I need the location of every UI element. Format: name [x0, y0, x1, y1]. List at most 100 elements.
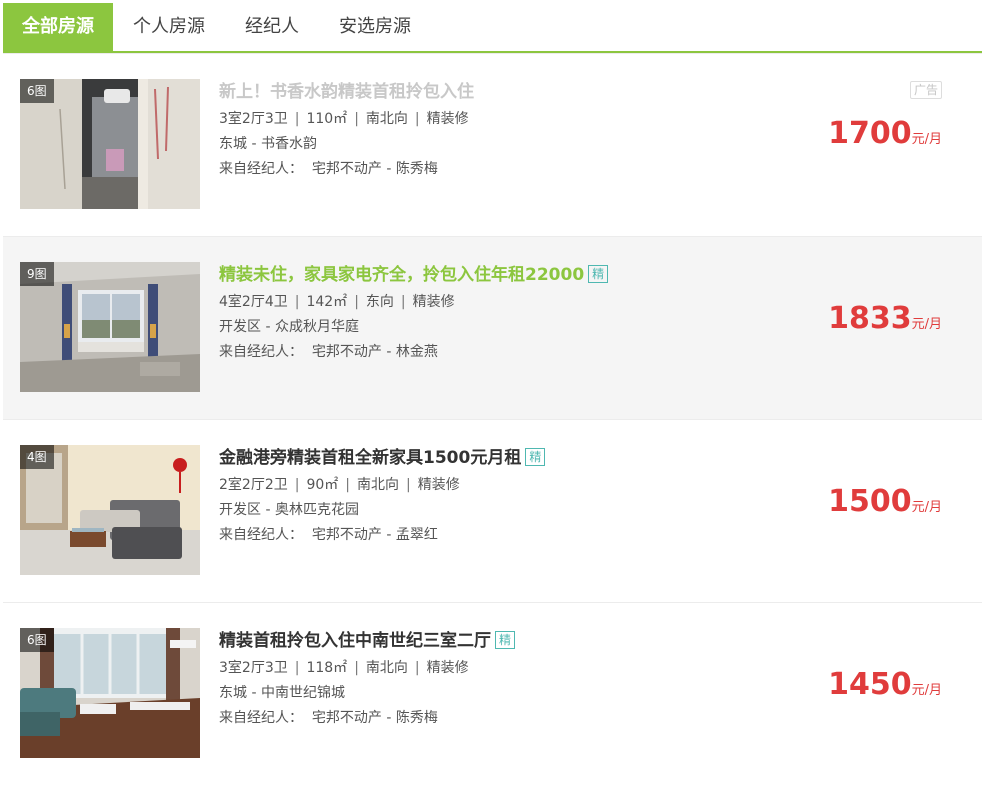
listing-photo[interactable]: 6图 [20, 628, 200, 758]
listing-photo[interactable]: 9图 [20, 262, 200, 392]
source-label: 来自经纪人： [219, 344, 303, 360]
quality-tag: 精 [525, 448, 546, 466]
agency-link[interactable]: 宅邦不动产 [312, 161, 382, 177]
district-link[interactable]: 开发区 [219, 502, 261, 518]
listing-source: 来自经纪人： 宅邦不动产 - 孟翠红 [219, 527, 438, 543]
separator: | [414, 111, 420, 127]
listing-item: 6图 新上！书香水韵精装首租拎包入住 3室2厅3卫 | 110㎡ | 南北向 | 精装修 东… [3, 53, 982, 236]
price-unit: 元/月 [911, 317, 942, 332]
listing-location: 东城 - 书香水韵 [219, 136, 317, 152]
agency-link[interactable]: 宅邦不动产 [312, 710, 382, 726]
listing-price: 1500元/月 [828, 484, 942, 519]
source-label: 来自经纪人： [219, 710, 303, 726]
listing-source: 来自经纪人： 宅邦不动产 - 陈秀梅 [219, 161, 438, 177]
decoration: 精装修 [426, 660, 469, 676]
listing-specs: 2室2厅2卫 | 90㎡ | 南北向 | 精装修 [219, 474, 460, 494]
listing-item: 9图 精装未住，家具家电齐全，拎包入住年租22000 精 4室2厅4卫 | 142㎡ |… [3, 236, 982, 419]
price-value: 1450 [828, 667, 912, 702]
area: 90㎡ [306, 477, 339, 493]
listing-price: 1450元/月 [828, 667, 942, 702]
decoration: 精装修 [412, 294, 455, 310]
decoration: 精装修 [426, 111, 469, 127]
community-link[interactable]: 众成秋月华庭 [275, 319, 359, 335]
agent-name: 林金燕 [395, 344, 438, 360]
listing-photo[interactable]: 4图 [20, 445, 200, 575]
listing-item: 4图 金融港旁精装首租全新家具1500元月租精 2室2厅2卫 | 90㎡ | 南北向 | 精… [3, 419, 982, 602]
orientation: 南北向 [357, 477, 399, 493]
listing-title-row: 精装首租拎包入住中南世纪三室二厅精 [219, 628, 515, 654]
orientation: 东向 [365, 294, 394, 310]
listing-item: 6图 精装首租拎包入住中南世纪三室二厅精 3室2厅3卫 | 118㎡ | 南北向 | 精装修… [3, 602, 982, 785]
photo-count-badge: 4图 [20, 445, 54, 469]
tab-agents[interactable]: 经纪人 [245, 3, 299, 51]
separator: | [294, 294, 300, 310]
agency-link[interactable]: 宅邦不动产 [312, 527, 382, 543]
listing-location: 东城 - 中南世纪锦城 [219, 685, 345, 701]
layout: 3室2厅3卫 [219, 660, 288, 676]
listing-type-tabs: 全部房源 个人房源 经纪人 安选房源 [3, 3, 982, 53]
ad-badge: 广告 [910, 81, 942, 99]
separator: | [354, 111, 359, 127]
price-unit: 元/月 [911, 683, 942, 698]
district-link[interactable]: 东城 [219, 136, 247, 152]
quality-tag: 精 [588, 265, 609, 283]
listing-price: 1833元/月 [828, 301, 942, 336]
community-link[interactable]: 中南世纪锦城 [261, 685, 345, 701]
listing-location: 开发区 - 众成秋月华庭 [219, 319, 359, 335]
agency-link[interactable]: 宅邦不动产 [312, 344, 382, 360]
layout: 3室2厅3卫 [219, 111, 288, 127]
separator: | [406, 477, 411, 493]
orientation: 南北向 [365, 111, 408, 127]
agent-name: 陈秀梅 [395, 161, 438, 177]
tab-all-listings[interactable]: 全部房源 [3, 3, 113, 51]
tab-personal-listings[interactable]: 个人房源 [133, 3, 205, 51]
listing-title[interactable]: 精装未住，家具家电齐全，拎包入住年租22000 [219, 265, 584, 285]
source-label: 来自经纪人： [219, 161, 303, 177]
photo-count-badge: 9图 [20, 262, 54, 286]
district-link[interactable]: 开发区 [219, 319, 261, 335]
separator: | [345, 477, 350, 493]
price-unit: 元/月 [911, 132, 942, 147]
price-value: 1500 [828, 484, 912, 519]
separator: | [354, 660, 359, 676]
separator: | [414, 660, 420, 676]
listing-specs: 3室2厅3卫 | 118㎡ | 南北向 | 精装修 [219, 657, 469, 677]
listing-title[interactable]: 金融港旁精装首租全新家具1500元月租 [219, 448, 521, 468]
source-label: 来自经纪人： [219, 527, 303, 543]
community-link[interactable]: 奥林匹克花园 [275, 502, 359, 518]
quality-tag: 精 [495, 631, 515, 649]
district-link[interactable]: 东城 [219, 685, 247, 701]
listing-title[interactable]: 新上！书香水韵精装首租拎包入住 [219, 82, 474, 102]
tab-verified-listings[interactable]: 安选房源 [339, 3, 411, 51]
layout: 2室2厅2卫 [219, 477, 288, 493]
listing-specs: 3室2厅3卫 | 110㎡ | 南北向 | 精装修 [219, 108, 469, 128]
separator: | [294, 660, 300, 676]
listing-title-row: 精装未住，家具家电齐全，拎包入住年租22000 精 [219, 262, 609, 288]
listing-source: 来自经纪人： 宅邦不动产 - 林金燕 [219, 344, 438, 360]
separator: | [354, 294, 359, 310]
price-value: 1833 [828, 301, 912, 336]
area: 118㎡ [306, 660, 348, 676]
separator: | [400, 294, 406, 310]
listing-photo[interactable]: 6图 [20, 79, 200, 209]
agent-name: 陈秀梅 [395, 710, 438, 726]
listing-location: 开发区 - 奥林匹克花园 [219, 502, 359, 518]
photo-count-badge: 6图 [20, 628, 54, 652]
separator: | [294, 477, 300, 493]
listing-title-row: 金融港旁精装首租全新家具1500元月租精 [219, 445, 546, 471]
listing-specs: 4室2厅4卫 | 142㎡ | 东向 | 精装修 [219, 291, 455, 311]
area: 110㎡ [306, 111, 348, 127]
layout: 4室2厅4卫 [219, 294, 288, 310]
price-value: 1700 [828, 116, 912, 151]
agent-name: 孟翠红 [395, 527, 438, 543]
price-unit: 元/月 [911, 500, 942, 515]
listing-source: 来自经纪人： 宅邦不动产 - 陈秀梅 [219, 710, 438, 726]
area: 142㎡ [306, 294, 348, 310]
listing-title[interactable]: 精装首租拎包入住中南世纪三室二厅 [219, 631, 491, 651]
listing-price: 1700元/月 [828, 116, 942, 151]
separator: | [294, 111, 300, 127]
orientation: 南北向 [365, 660, 408, 676]
decoration: 精装修 [417, 477, 460, 493]
community-link[interactable]: 书香水韵 [261, 136, 317, 152]
photo-count-badge: 6图 [20, 79, 54, 103]
